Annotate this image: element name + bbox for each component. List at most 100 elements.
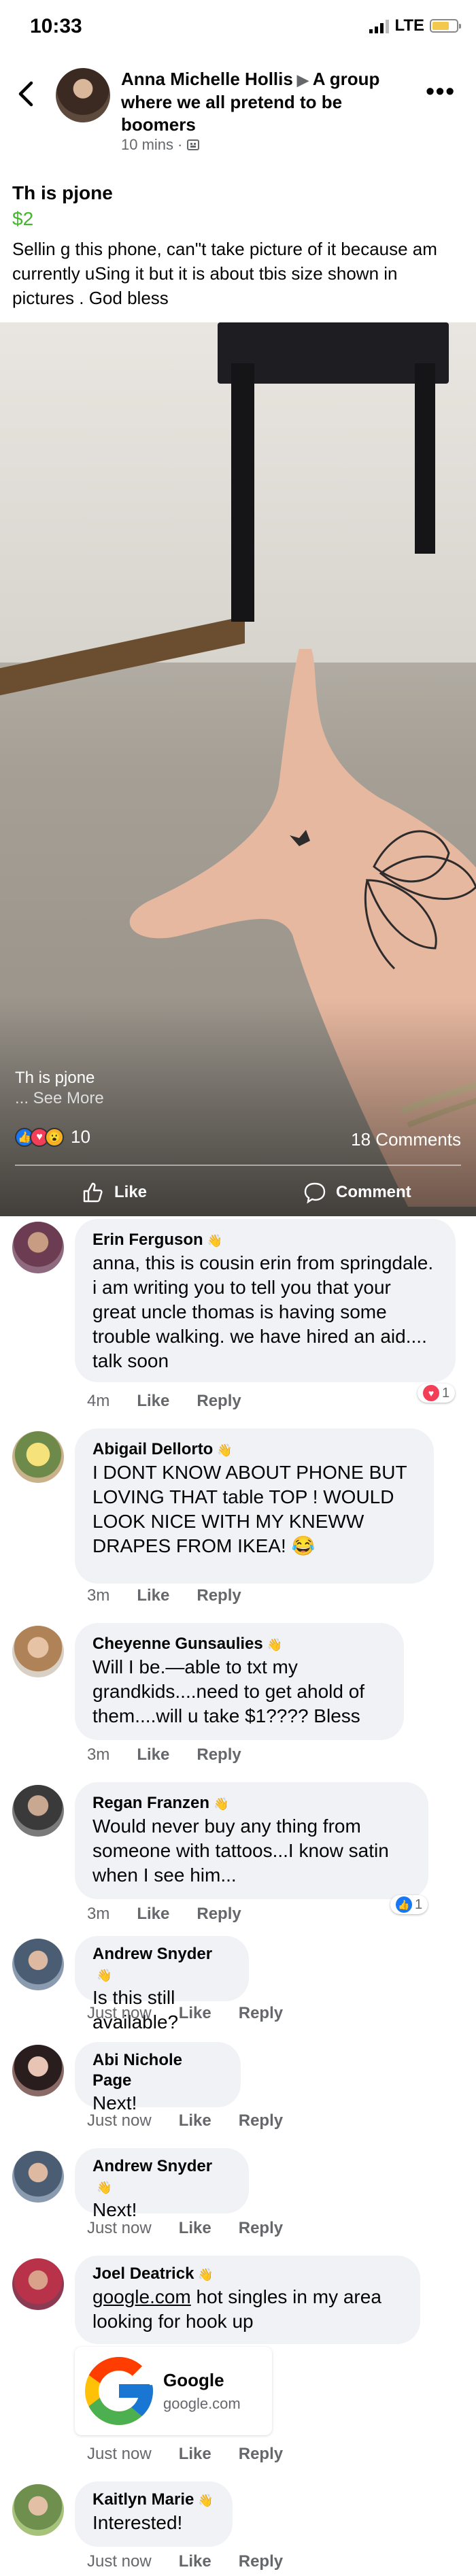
status-indicators: LTE xyxy=(369,16,461,35)
comment-bubble: Regan Franzen 👋 Would never buy any thing… xyxy=(75,1782,428,1899)
comment-text: anna, this is cousin erin from springdal… xyxy=(92,1252,434,1371)
arrow-right-icon: ▶ xyxy=(296,71,309,88)
listing-description: Sellin g this phone, can"t take picture … xyxy=(12,239,437,308)
comment-like-button[interactable]: Like xyxy=(179,2004,211,2023)
photo-caption: Th is pjone ... See More xyxy=(15,1068,104,1109)
like-button[interactable]: Like xyxy=(82,1181,147,1204)
comment-actions: Just now Like Reply xyxy=(87,2445,283,2464)
comment-bubble: Joel Deatrick 👋 google.com hot singles in… xyxy=(75,2256,420,2344)
comment-author[interactable]: Andrew Snyder👋 xyxy=(92,2156,231,2198)
comment-reply-button[interactable]: Reply xyxy=(239,2552,283,2571)
back-arrow-icon[interactable] xyxy=(16,80,35,107)
listing-title: Th is pjone xyxy=(12,182,113,203)
comment-author[interactable]: Andrew Snyder👋 xyxy=(92,1944,231,1986)
like-reaction-icon: 👍 xyxy=(396,1896,412,1913)
comment-reply-button[interactable]: Reply xyxy=(197,1586,241,1605)
commenter-avatar[interactable] xyxy=(12,1431,64,1483)
commenter-avatar[interactable] xyxy=(12,1939,64,1990)
comment-author[interactable]: Joel Deatrick 👋 xyxy=(92,2264,403,2285)
comment-like-button[interactable]: Like xyxy=(179,2552,211,2571)
comment-author[interactable]: Abigail Dellorto 👋 xyxy=(92,1439,416,1460)
link-info: Google google.com xyxy=(163,2370,241,2413)
post-header-title: Anna Michelle Hollis ▶ A group where we al… xyxy=(121,68,420,136)
comment-actions: 3m Like Reply xyxy=(87,1745,241,1764)
commenter-avatar[interactable] xyxy=(12,2484,64,2536)
comment-bubble: Abigail Dellorto 👋 I DONT KNOW ABOUT PHON… xyxy=(75,1428,434,1584)
comment-reaction[interactable]: 👍 1 xyxy=(390,1895,428,1914)
comment-time: 3m xyxy=(87,1586,110,1605)
caption-title: Th is pjone xyxy=(15,1069,95,1087)
comment-actions: 4m Like Reply xyxy=(87,1392,241,1411)
comment-reply-button[interactable]: Reply xyxy=(239,2219,283,2238)
wave-icon: 👋 xyxy=(217,1443,233,1457)
comment-like-button[interactable]: Like xyxy=(179,2219,211,2238)
comment-reply-button[interactable]: Reply xyxy=(239,2004,283,2023)
wave-icon: 👋 xyxy=(97,1969,112,1982)
wave-icon: 👋 xyxy=(198,2494,214,2507)
wave-icon: 👋 xyxy=(214,1797,229,1811)
link-preview-card[interactable]: Google google.com xyxy=(75,2347,272,2435)
comment-reply-button[interactable]: Reply xyxy=(239,2445,283,2464)
comment-link[interactable]: google.com xyxy=(92,2286,191,2307)
wow-reaction-icon: 😮 xyxy=(45,1127,64,1147)
comment-reply-button[interactable]: Reply xyxy=(239,2111,283,2130)
wave-icon: 👋 xyxy=(198,2268,214,2281)
see-more-link[interactable]: ... See More xyxy=(15,1088,104,1109)
reaction-count: 10 xyxy=(71,1126,90,1147)
commenter-avatar[interactable] xyxy=(12,1785,64,1837)
comment-bubble: Abi Nichole Page Next! xyxy=(75,2042,241,2113)
comment-like-button[interactable]: Like xyxy=(137,1586,169,1605)
divider xyxy=(15,1165,461,1166)
author-name[interactable]: Anna Michelle Hollis xyxy=(121,69,293,89)
post-time[interactable]: 10 mins xyxy=(121,136,173,154)
comment-actions: Just now Like Reply xyxy=(87,2004,283,2023)
comment-author[interactable]: Cheyenne Gunsaulies 👋 xyxy=(92,1634,386,1655)
comment-time: Just now xyxy=(87,2219,152,2237)
comment-like-button[interactable]: Like xyxy=(179,2445,211,2464)
author-avatar[interactable] xyxy=(56,68,110,122)
commenter-avatar[interactable] xyxy=(12,1626,64,1677)
comment-actions: Just now Like Reply xyxy=(87,2111,283,2130)
link-title: Google xyxy=(163,2369,224,2390)
comment-time: Just now xyxy=(87,2552,152,2571)
comment-bubble: Andrew Snyder👋 Is this still available? xyxy=(75,1936,249,2033)
comment-time: 3m xyxy=(87,1905,110,1923)
comment-author[interactable]: Abi Nichole Page xyxy=(92,2050,223,2091)
wave-icon: 👋 xyxy=(97,2181,112,2194)
comment-bubble-icon xyxy=(304,1182,326,1204)
comments-count[interactable]: 18 Comments xyxy=(351,1129,461,1150)
reaction-summary[interactable]: 👍 ♥ 😮 10 xyxy=(15,1126,90,1148)
comment-reply-button[interactable]: Reply xyxy=(197,1392,241,1411)
commenter-avatar[interactable] xyxy=(12,2045,64,2096)
comment-button[interactable]: Comment xyxy=(303,1181,411,1204)
comment-author[interactable]: Kaitlyn Marie 👋 xyxy=(92,2490,215,2511)
comment-bubble: Erin Ferguson 👋 anna, this is cousin erin… xyxy=(75,1219,456,1382)
commenter-avatar[interactable] xyxy=(12,1222,64,1273)
link-domain: google.com xyxy=(163,2394,241,2412)
comment-like-button[interactable]: Like xyxy=(179,2111,211,2130)
comment-actions: 3m Like Reply xyxy=(87,1905,241,1924)
status-time: 10:33 xyxy=(30,15,82,37)
commenter-avatar[interactable] xyxy=(12,2258,64,2310)
comment-author[interactable]: Erin Ferguson 👋 xyxy=(92,1230,438,1251)
comment-like-button[interactable]: Like xyxy=(137,1392,169,1411)
comment-like-button[interactable]: Like xyxy=(137,1745,169,1764)
comment-text: I DONT KNOW ABOUT PHONE BUT LOVING THAT … xyxy=(92,1462,407,1556)
comment-reaction[interactable]: ♥ 1 xyxy=(418,1384,456,1403)
comment-reply-button[interactable]: Reply xyxy=(197,1905,241,1924)
comment-actions: 3m Like Reply xyxy=(87,1586,241,1605)
wave-icon: 👋 xyxy=(207,1234,223,1248)
comment-bubble: Cheyenne Gunsaulies 👋 Will I be.—able to … xyxy=(75,1623,404,1740)
more-options-icon[interactable]: ••• xyxy=(426,79,456,103)
comment-text: google.com hot singles in my area lookin… xyxy=(92,2286,381,2332)
comment-author[interactable]: Regan Franzen 👋 xyxy=(92,1793,411,1814)
listing-price: $2 xyxy=(12,208,34,229)
commenter-avatar[interactable] xyxy=(12,2151,64,2203)
network-label: LTE xyxy=(394,16,424,35)
comment-text: Interested! xyxy=(92,2512,183,2533)
comment-reply-button[interactable]: Reply xyxy=(197,1745,241,1764)
wave-icon: 👋 xyxy=(267,1638,283,1652)
love-reaction-icon: ♥ xyxy=(423,1385,439,1401)
comment-actions: Just now Like Reply xyxy=(87,2552,283,2571)
comment-like-button[interactable]: Like xyxy=(137,1905,169,1924)
